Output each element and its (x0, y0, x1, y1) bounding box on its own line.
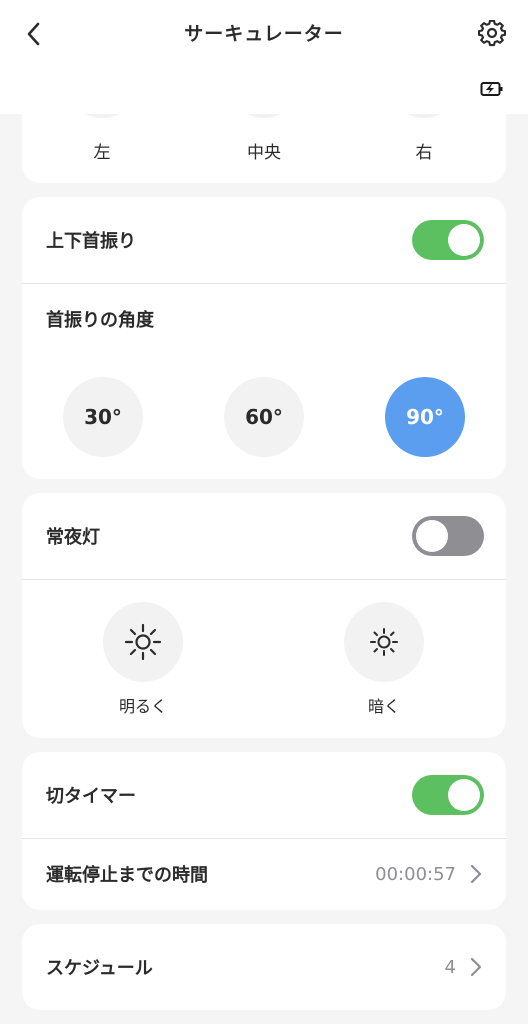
remaining-time-label: 運転停止までの時間 (46, 865, 208, 886)
oscillation-row: 上下首振り (22, 197, 506, 283)
battery-charging-icon (480, 82, 503, 96)
divider (22, 579, 506, 580)
sun-bright-icon (124, 623, 162, 661)
off-timer-toggle[interactable] (412, 775, 484, 815)
angle-90-button[interactable]: 90° (385, 377, 465, 457)
remaining-time-row[interactable]: 運転停止までの時間 00:00:57 (22, 838, 506, 910)
angle-header-row: 首振りの角度 (22, 283, 506, 355)
off-timer-label: 切タイマー (46, 786, 136, 807)
toggle-knob (448, 224, 480, 256)
night-light-toggle[interactable] (412, 516, 484, 556)
direction-center-label: 中央 (247, 143, 281, 163)
off-timer-card: 切タイマー 運転停止までの時間 00:00:57 (22, 752, 506, 910)
toggle-knob (448, 779, 480, 811)
chevron-right-icon (470, 864, 482, 884)
bright-label: 明るく (118, 697, 167, 716)
angle-30-button[interactable]: 30° (63, 377, 143, 457)
oscillation-label: 上下首振り (46, 231, 136, 252)
sun-dim-icon (370, 628, 398, 656)
page-title: サーキュレーター (184, 23, 344, 45)
angle-label: 首振りの角度 (46, 310, 154, 331)
header-bar: サーキュレーター (0, 0, 528, 114)
night-light-label: 常夜灯 (46, 527, 100, 548)
dim-label: 暗く (367, 697, 400, 716)
bright-button[interactable] (103, 602, 183, 682)
direction-right-label: 右 (415, 143, 433, 163)
schedule-label: スケジュール (46, 958, 153, 979)
direction-left-label: 左 (93, 143, 111, 163)
gear-icon (478, 20, 506, 47)
schedule-row[interactable]: スケジュール 4 (22, 924, 506, 1010)
chevron-right-icon (470, 957, 482, 977)
schedule-count: 4 (444, 956, 456, 978)
oscillation-card: 上下首振り 首振りの角度 30° 60° 90° (22, 197, 506, 479)
off-timer-row: 切タイマー (22, 752, 506, 838)
settings-button[interactable] (476, 18, 508, 50)
night-light-row: 常夜灯 (22, 493, 506, 579)
toggle-knob (416, 520, 448, 552)
dim-button[interactable] (344, 602, 424, 682)
oscillation-toggle[interactable] (412, 220, 484, 260)
angle-60-button[interactable]: 60° (224, 377, 304, 457)
schedule-card[interactable]: スケジュール 4 (22, 924, 506, 1010)
remaining-time-value: 00:00:57 (375, 863, 456, 885)
night-light-card: 常夜灯 明るく 暗く (22, 493, 506, 738)
